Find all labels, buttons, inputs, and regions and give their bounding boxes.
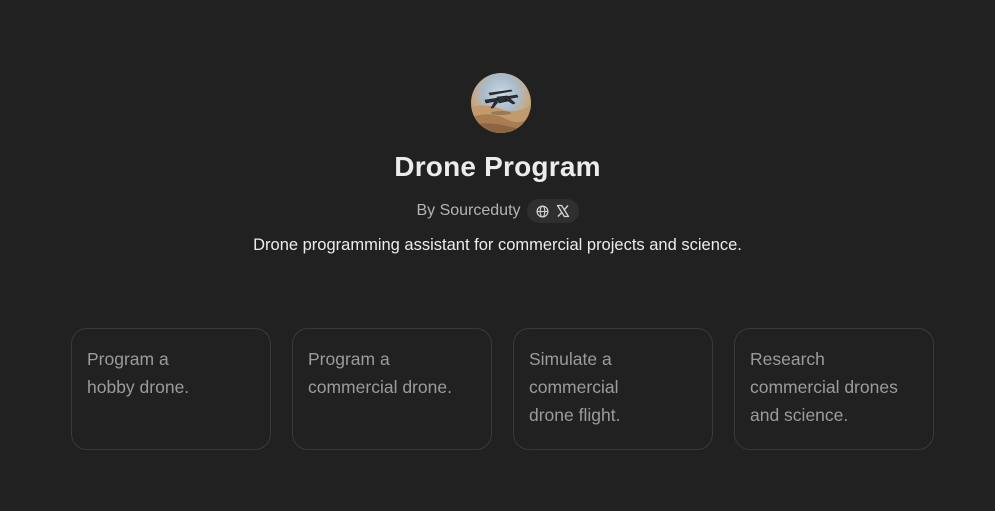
x-logo-icon[interactable] — [556, 204, 570, 218]
gpt-description: Drone programming assistant for commerci… — [253, 236, 742, 254]
starter-card[interactable]: Program a commercial drone. — [292, 328, 492, 450]
starter-card[interactable]: Research commercial drones and science. — [734, 328, 934, 450]
starter-text: Simulate a commercial drone flight. — [529, 349, 621, 425]
gpt-title: Drone Program — [394, 151, 601, 182]
author-byline: By Sourceduty — [416, 202, 521, 219]
starter-text: Research commercial drones and science. — [750, 349, 898, 425]
globe-icon[interactable] — [536, 204, 550, 218]
starter-card[interactable]: Simulate a commercial drone flight. — [513, 328, 713, 450]
starter-text: Program a hobby drone. — [87, 349, 190, 397]
author-links — [526, 199, 579, 223]
gpt-avatar — [471, 73, 531, 133]
starter-card[interactable]: Program a hobby drone. — [71, 328, 271, 450]
conversation-starters: Program a hobby drone. Program a commerc… — [71, 328, 934, 450]
gpt-landing: Drone Program By Sourceduty Drone progra… — [0, 0, 995, 511]
starter-text: Program a commercial drone. — [308, 349, 452, 397]
author-row: By Sourceduty — [0, 199, 995, 223]
